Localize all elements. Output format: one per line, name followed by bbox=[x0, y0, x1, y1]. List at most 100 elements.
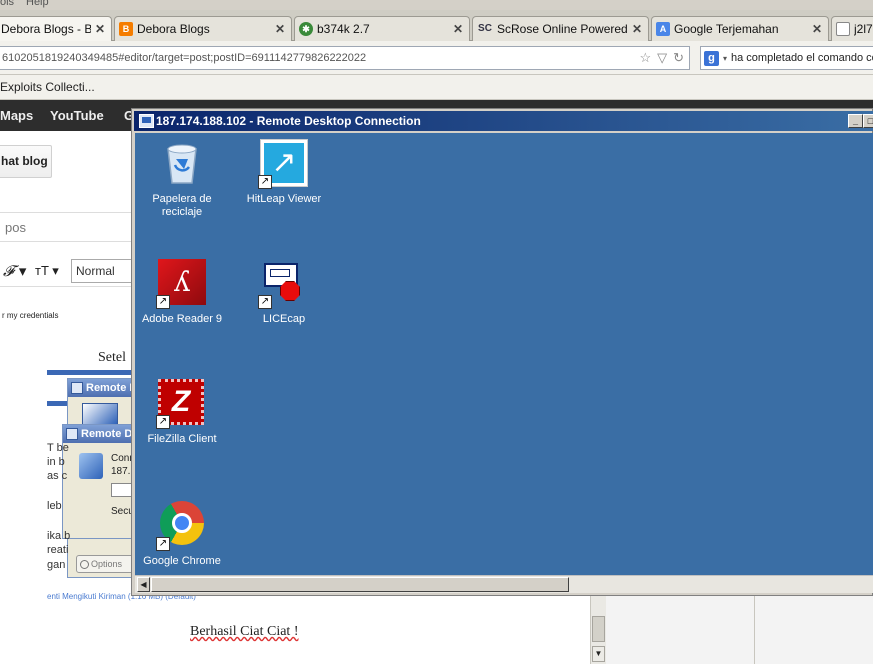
close-icon[interactable]: ✕ bbox=[812, 22, 822, 36]
remote-desktop-window: 187.174.188.102 - Remote Desktop Connect… bbox=[131, 108, 873, 596]
rdp-icon bbox=[66, 428, 78, 440]
tab-title: b374k 2.7 bbox=[317, 22, 370, 36]
scroll-thumb[interactable] bbox=[151, 577, 569, 592]
text-line: as c bbox=[47, 470, 68, 482]
close-icon[interactable]: ✕ bbox=[632, 22, 642, 36]
icon-label: Google Chrome bbox=[143, 555, 221, 567]
shortcut-arrow-icon: ↗ bbox=[258, 175, 272, 189]
post-body-text: Setel bbox=[98, 350, 126, 365]
tab-title: Debora Blogs bbox=[137, 22, 210, 36]
connecting-icon bbox=[79, 453, 103, 479]
shortcut-arrow-icon: ↗ bbox=[156, 537, 170, 551]
shortcut-arrow-icon: ↗ bbox=[156, 295, 170, 309]
blogger-icon: B bbox=[119, 22, 133, 36]
menu-bar: ols Help bbox=[0, 0, 873, 10]
menu-tools[interactable]: ols bbox=[0, 0, 14, 8]
font-family-icon[interactable]: 𝓕 ▾ bbox=[3, 262, 26, 280]
maximize-button[interactable]: □ bbox=[863, 114, 873, 128]
tab-debora-blogs[interactable]: B Debora Blogs ✕ bbox=[114, 16, 292, 41]
page-icon bbox=[836, 22, 850, 36]
icon-label: Adobe Reader 9 bbox=[141, 313, 223, 325]
dialog-title-bar: Remote D bbox=[68, 379, 136, 397]
address-row: 6102051819240349485#editor/target=post;p… bbox=[0, 41, 873, 75]
close-icon[interactable]: ✕ bbox=[453, 22, 463, 36]
credentials-text: r my credentials bbox=[2, 311, 59, 320]
tab-debora-blogs-editor[interactable]: Debora Blogs - B… ✕ bbox=[0, 16, 112, 41]
icon-label: Papelera de reciclaje bbox=[152, 193, 212, 218]
shortcut-arrow-icon: ↗ bbox=[258, 295, 272, 309]
hitleap-icon: ↗ ↗ bbox=[258, 139, 308, 189]
url-text: 6102051819240349485#editor/target=post;p… bbox=[2, 52, 367, 64]
rdp-horizontal-scrollbar[interactable]: ◀ bbox=[135, 575, 873, 593]
font-size-icon[interactable]: тT ▾ bbox=[35, 263, 59, 279]
text-line: in b bbox=[47, 456, 65, 468]
shortcut-arrow-icon: ↗ bbox=[156, 415, 170, 429]
dropdown-icon[interactable]: ▽ bbox=[657, 47, 667, 69]
rdp-title: 187.174.188.102 - Remote Desktop Connect… bbox=[156, 114, 421, 128]
monitor-icon bbox=[82, 403, 118, 425]
embedded-stripe bbox=[47, 370, 137, 375]
chat-blog-button[interactable]: hat blog bbox=[0, 145, 52, 178]
google-icon[interactable]: g bbox=[704, 50, 719, 66]
tab-title: j2l7. bbox=[854, 22, 873, 36]
nav-maps[interactable]: Maps bbox=[0, 108, 33, 123]
sc-icon: SC bbox=[478, 23, 492, 34]
text-line: leb bbox=[47, 500, 62, 512]
post-title-input[interactable]: pos bbox=[0, 212, 135, 242]
url-field[interactable]: 6102051819240349485#editor/target=post;p… bbox=[0, 46, 690, 70]
scroll-left-arrow[interactable]: ◀ bbox=[137, 577, 150, 592]
tab-strip: Debora Blogs - B… ✕ B Debora Blogs ✕ ✱ b… bbox=[0, 10, 873, 41]
licecap-icon: ↗ bbox=[258, 259, 308, 309]
rdp-icon bbox=[71, 382, 83, 394]
star-icon[interactable]: ☆ bbox=[639, 47, 651, 69]
menu-help[interactable]: Help bbox=[26, 0, 49, 8]
remote-desktop-dialog-front: Remote Des Conn 187.1 Secu bbox=[62, 424, 137, 539]
tab-title: ScRose Online Powered B… bbox=[497, 22, 628, 36]
tab-title: Debora Blogs - B… bbox=[1, 22, 91, 36]
desktop-icon-licecap[interactable]: ↗ LICEcap bbox=[238, 259, 330, 326]
close-icon[interactable]: ✕ bbox=[275, 22, 285, 36]
tab-j2l7[interactable]: j2l7. bbox=[831, 16, 873, 41]
tab-title: Google Terjemahan bbox=[674, 22, 779, 36]
close-icon[interactable]: ✕ bbox=[95, 22, 105, 36]
text-line: gan bbox=[47, 559, 66, 571]
icon-label: FileZilla Client bbox=[147, 433, 217, 445]
translate-icon: A bbox=[656, 22, 670, 36]
bookmark-exploits[interactable]: Exploits Collecti... bbox=[0, 80, 95, 94]
bookmarks-bar: Exploits Collecti... bbox=[0, 75, 873, 100]
desktop-icon-adobe-reader[interactable]: ʎ ↗ Adobe Reader 9 bbox=[136, 259, 228, 326]
icon-label: LICEcap bbox=[262, 313, 306, 325]
text-line: reati bbox=[47, 544, 69, 556]
options-expand-icon bbox=[80, 560, 89, 569]
search-field[interactable]: g ▾ ha completado el comando correctamen… bbox=[700, 46, 873, 70]
post-body-berhasil: Berhasil Ciat Ciat ! bbox=[190, 624, 299, 639]
nav-youtube[interactable]: YouTube bbox=[50, 108, 104, 123]
desktop-icon-hitleap[interactable]: ↗ ↗ HitLeap Viewer bbox=[238, 139, 330, 206]
text-line: ika b bbox=[47, 530, 71, 542]
tab-b374k[interactable]: ✱ b374k 2.7 ✕ bbox=[294, 16, 470, 41]
dialog-title: Remote D bbox=[86, 382, 137, 394]
text-line: T be bbox=[47, 442, 69, 454]
rdp-title-bar[interactable]: 187.174.188.102 - Remote Desktop Connect… bbox=[134, 111, 873, 131]
chevron-down-icon[interactable]: ▾ bbox=[723, 54, 727, 63]
editor-scrollbar[interactable]: ▼ bbox=[590, 596, 606, 664]
desktop-icon-filezilla[interactable]: Z ↗ FileZilla Client bbox=[136, 379, 228, 446]
tab-scrose[interactable]: SC ScRose Online Powered B… ✕ bbox=[472, 16, 649, 41]
remote-desktop-icon bbox=[139, 114, 154, 128]
dialog-title: Remote Des bbox=[81, 428, 136, 440]
scroll-thumb[interactable] bbox=[592, 616, 605, 642]
adobe-reader-icon: ʎ ↗ bbox=[156, 259, 206, 309]
desktop-icon-recycle-bin[interactable]: Papelera de reciclaje bbox=[136, 139, 228, 219]
reload-icon[interactable]: ↻ bbox=[673, 47, 684, 69]
page-sidebar-area bbox=[606, 596, 873, 664]
remote-desktop: Papelera de reciclaje ↗ ↗ HitLeap Viewer… bbox=[135, 133, 873, 575]
tab-google-terjemahan[interactable]: A Google Terjemahan ✕ bbox=[651, 16, 829, 41]
divider bbox=[754, 596, 755, 664]
bug-icon: ✱ bbox=[299, 22, 313, 36]
chrome-icon: ↗ bbox=[156, 501, 206, 551]
desktop-icon-chrome[interactable]: ↗ Google Chrome bbox=[136, 499, 228, 568]
scroll-down-arrow[interactable]: ▼ bbox=[592, 646, 605, 662]
paragraph-format-select[interactable]: Normal bbox=[71, 259, 133, 283]
icon-label: HitLeap Viewer bbox=[246, 193, 322, 205]
minimize-button[interactable]: _ bbox=[848, 114, 863, 128]
